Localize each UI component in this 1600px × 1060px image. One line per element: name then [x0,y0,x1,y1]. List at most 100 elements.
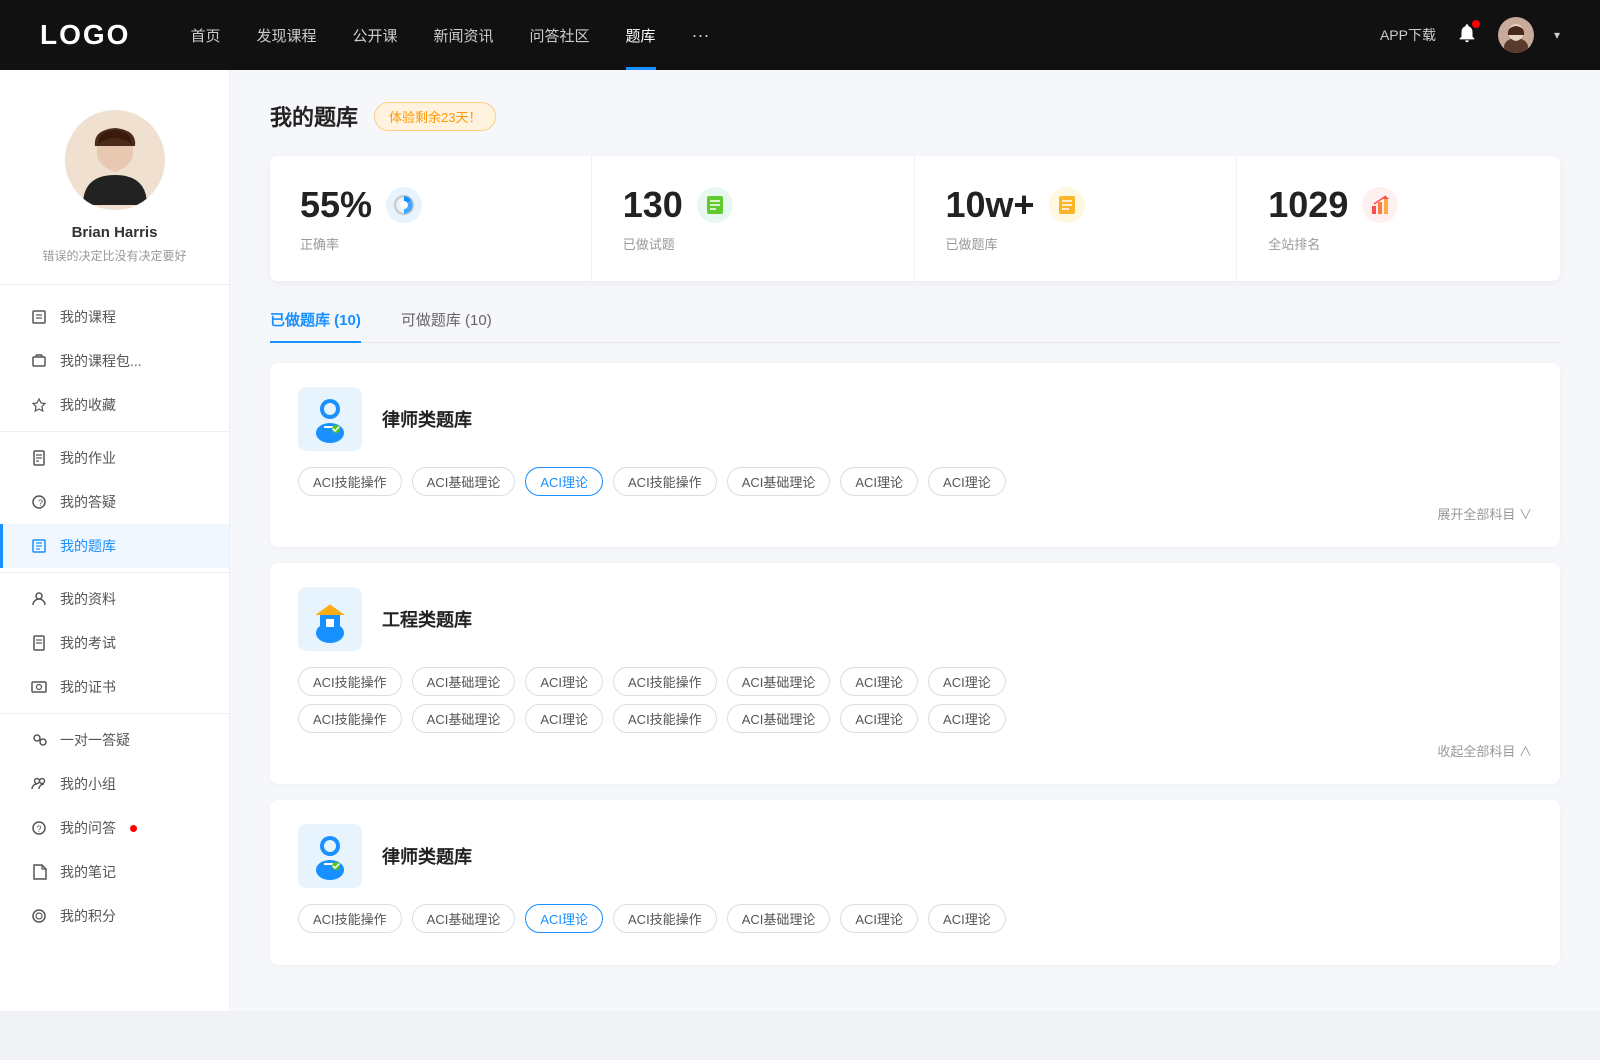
nav-discover[interactable]: 发现课程 [256,25,316,46]
points-icon [30,907,48,925]
user-avatar[interactable] [1498,17,1534,53]
tag-item-active[interactable]: ACI理论 [525,904,603,933]
tag-item[interactable]: ACI基础理论 [412,704,516,733]
tag-item[interactable]: ACI基础理论 [412,904,516,933]
tab-available[interactable]: 可做题库 (10) [401,309,492,342]
sidebar-item-profile[interactable]: 我的资料 [0,577,229,621]
homework-icon [30,449,48,467]
tag-item[interactable]: ACI技能操作 [613,904,717,933]
sidebar-avatar [65,110,165,210]
qbank-title: 工程类题库 [382,606,472,632]
svg-text:?: ? [38,498,43,508]
app-download-button[interactable]: APP下载 [1380,25,1436,45]
qbank-card-engineer: 工程类题库 ACI技能操作 ACI基础理论 ACI理论 ACI技能操作 ACI基… [270,563,1560,784]
expand-link[interactable]: 展开全部科目 ∨ [298,504,1532,523]
sidebar-item-mycourse[interactable]: 我的课程 [0,295,229,339]
sidebar-item-exam[interactable]: 我的考试 [0,621,229,665]
trial-badge: 体验剩余23天！ [374,102,496,131]
tag-item[interactable]: ACI理论 [928,704,1006,733]
tag-item[interactable]: ACI技能操作 [298,704,402,733]
sidebar-item-group[interactable]: 我的小组 [0,762,229,806]
tag-item[interactable]: ACI技能操作 [613,667,717,696]
tag-item[interactable]: ACI理论 [840,704,918,733]
nav-qbank[interactable]: 题库 [626,25,656,46]
nav-news[interactable]: 新闻资讯 [434,25,494,46]
lawyer-icon-2 [306,832,354,880]
tag-item[interactable]: ACI理论 [840,467,918,496]
course-icon [30,308,48,326]
sidebar-menu: 我的课程 我的课程包... 我的收藏 我的作业 [0,285,229,948]
tag-item[interactable]: ACI技能操作 [298,667,402,696]
sidebar-label: 我的资料 [60,589,116,609]
tag-item[interactable]: ACI基础理论 [727,904,831,933]
certificate-icon [30,678,48,696]
tag-item[interactable]: ACI基础理论 [412,467,516,496]
tag-item[interactable]: ACI理论 [525,667,603,696]
qbank-icon-wrap [298,824,362,888]
collapse-link[interactable]: 收起全部科目 ∧ [298,741,1532,760]
stat-done-banks: 10w+ 已做题库 [916,156,1238,281]
tutoring-icon [30,731,48,749]
nav-qa[interactable]: 问答社区 [530,25,590,46]
tag-item[interactable]: ACI技能操作 [613,467,717,496]
tag-item-active[interactable]: ACI理论 [525,467,603,496]
tab-done[interactable]: 已做题库 (10) [270,309,361,342]
sidebar-item-certificate[interactable]: 我的证书 [0,665,229,709]
sidebar-item-notes[interactable]: 我的笔记 [0,850,229,894]
tag-item[interactable]: ACI技能操作 [298,904,402,933]
tag-item[interactable]: ACI基础理论 [727,667,831,696]
tag-item[interactable]: ACI理论 [928,904,1006,933]
tags-row: ACI技能操作 ACI基础理论 ACI理论 ACI技能操作 ACI基础理论 AC… [298,904,1532,933]
qbank-icon [30,537,48,555]
tag-item[interactable]: ACI理论 [928,467,1006,496]
user-dropdown-icon[interactable]: ▾ [1554,28,1560,42]
sidebar-divider [0,572,229,573]
page-header: 我的题库 体验剩余23天！ [270,100,1560,132]
nav-links: 首页 发现课程 公开课 新闻资讯 问答社区 题库 ··· [190,25,1380,46]
avatar-image [1498,17,1534,53]
sidebar-label: 我的课程包... [60,351,142,371]
tag-item[interactable]: ACI技能操作 [613,704,717,733]
favorites-icon [30,396,48,414]
logo[interactable]: LOGO [40,19,130,51]
profile-avatar-image [65,110,165,210]
svg-text:?: ? [37,824,42,834]
qbank-title: 律师类题库 [382,843,472,869]
sidebar-item-homework[interactable]: 我的作业 [0,436,229,480]
tag-item[interactable]: ACI理论 [840,667,918,696]
qbank-card-lawyer-1: 律师类题库 ACI技能操作 ACI基础理论 ACI理论 ACI技能操作 ACI基… [270,363,1560,547]
tag-item[interactable]: ACI理论 [840,904,918,933]
sidebar-label: 我的课程 [60,307,116,327]
profile-icon [30,590,48,608]
stats-grid: 55% 正确率 130 [270,156,1560,281]
sidebar-item-tutoring[interactable]: 一对一答疑 [0,718,229,762]
tag-item[interactable]: ACI基础理论 [727,704,831,733]
nav-home[interactable]: 首页 [190,25,220,46]
accuracy-icon [386,187,422,223]
qbank-header: 工程类题库 [298,587,1532,651]
tag-item[interactable]: ACI理论 [525,704,603,733]
sidebar-item-qa[interactable]: ? 我的答疑 [0,480,229,524]
stat-label: 已做题库 [946,234,1207,253]
done-questions-icon [697,187,733,223]
sidebar-item-qbank[interactable]: 我的题库 [0,524,229,568]
stat-top: 10w+ [946,184,1207,226]
sidebar-item-coursepack[interactable]: 我的课程包... [0,339,229,383]
navbar: LOGO 首页 发现课程 公开课 新闻资讯 问答社区 题库 ··· APP下载 … [0,0,1600,70]
main-content: 我的题库 体验剩余23天！ 55% 正确率 [230,70,1600,1011]
tag-item[interactable]: ACI技能操作 [298,467,402,496]
sidebar-item-myqa[interactable]: ? 我的问答 [0,806,229,850]
nav-opencourse[interactable]: 公开课 [352,25,397,46]
tags-row: ACI技能操作 ACI基础理论 ACI理论 ACI技能操作 ACI基础理论 AC… [298,467,1532,496]
tag-item[interactable]: ACI基础理论 [727,467,831,496]
sidebar-username: Brian Harris [72,224,158,241]
nav-more[interactable]: ··· [692,25,710,46]
tag-item[interactable]: ACI理论 [928,667,1006,696]
qbank-card-lawyer-2: 律师类题库 ACI技能操作 ACI基础理论 ACI理论 ACI技能操作 ACI基… [270,800,1560,965]
tag-item[interactable]: ACI基础理论 [412,667,516,696]
notification-bell[interactable] [1456,22,1478,49]
sidebar-profile: Brian Harris 错误的决定比没有决定要好 [0,70,229,285]
sidebar-item-points[interactable]: 我的积分 [0,894,229,938]
group-icon [30,775,48,793]
sidebar-item-favorites[interactable]: 我的收藏 [0,383,229,427]
